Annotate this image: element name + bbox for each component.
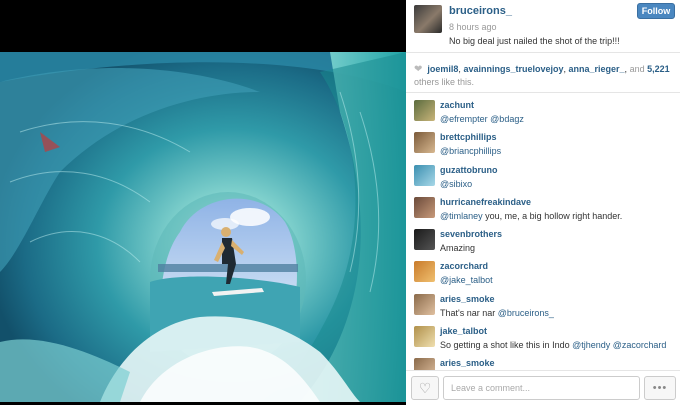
like-button[interactable]: ♡	[411, 376, 439, 400]
comment-text: That's nar nar @bruceirons_	[440, 307, 554, 318]
avatar[interactable]	[414, 100, 435, 121]
more-dots-icon: •••	[652, 382, 668, 394]
comment-item: aries_smoke	[414, 356, 676, 370]
comment-username[interactable]: jake_talbot	[440, 326, 487, 336]
avatar[interactable]	[414, 261, 435, 283]
heart-outline-icon: ♡	[418, 380, 432, 396]
divider	[406, 92, 680, 93]
comment-text: @efrempter @bdagz	[440, 114, 524, 124]
mention-link[interactable]: @tjhendy	[572, 340, 610, 350]
comment-text: @jake_talbot	[440, 275, 493, 285]
comment-text: So getting a shot like this in Indo @tjh…	[440, 340, 667, 351]
liker-link[interactable]: avainnings_truelovejoy	[463, 64, 563, 74]
mention-link[interactable]: @efrempter	[440, 114, 488, 124]
likes-summary: ❤ joemil8, avainnings_truelovejoy, anna_r…	[414, 64, 670, 87]
avatar[interactable]	[414, 196, 435, 218]
comment-footer: ♡ •••	[406, 370, 680, 405]
mention-link[interactable]: @jake_talbot	[440, 275, 493, 285]
comment-username[interactable]: hurricanefreakindave	[440, 197, 531, 207]
avatar[interactable]	[414, 5, 442, 33]
mention-link[interactable]: @bdagz	[490, 114, 524, 124]
avatar[interactable]	[414, 164, 435, 186]
comment-item: hurricanefreakindave @timlaney you, me, …	[414, 195, 676, 227]
post-header: bruceirons_ 8 hours ago No big deal just…	[406, 0, 680, 52]
comment-list: zachunt @efrempter @bdagz brettcphillips…	[414, 98, 676, 370]
avatar[interactable]	[414, 293, 435, 315]
comment-text: @briancphillips	[440, 146, 501, 156]
liker-link[interactable]: anna_rieger_	[569, 64, 625, 74]
mention-link[interactable]: @timlaney	[440, 211, 483, 221]
comment-username[interactable]: brettcphillips	[440, 132, 497, 142]
comment-text: @sibixo	[440, 179, 472, 189]
comment-item: zacorchard @jake_talbot	[414, 259, 676, 291]
comment-username[interactable]: guzattobruno	[440, 165, 498, 175]
post-caption: No big deal just nailed the shot of the …	[449, 36, 620, 46]
comment-username[interactable]: aries_smoke	[440, 294, 495, 304]
liker-link[interactable]: joemil8	[427, 64, 458, 74]
comment-username[interactable]: zacorchard	[440, 261, 488, 271]
follow-button[interactable]: Follow	[637, 3, 675, 19]
comment-text: Amazing	[440, 243, 476, 254]
mention-link[interactable]: @sibixo	[440, 179, 472, 189]
divider	[406, 52, 680, 53]
comment-item: brettcphillips @briancphillips	[414, 130, 676, 162]
post-sidebar: bruceirons_ 8 hours ago No big deal just…	[406, 0, 680, 405]
mention-link[interactable]: @zacorchard	[613, 340, 667, 350]
comment-item: guzattobruno @sibixo	[414, 163, 676, 195]
post-username[interactable]: bruceirons_	[449, 5, 512, 17]
mention-link[interactable]: @bruceirons_	[498, 308, 554, 318]
comment-item: sevenbrothers Amazing	[414, 227, 676, 259]
comment-username[interactable]: aries_smoke	[440, 358, 495, 368]
avatar[interactable]	[414, 229, 435, 251]
more-options-button[interactable]: •••	[644, 376, 676, 400]
comment-username[interactable]: zachunt	[440, 100, 474, 110]
avatar[interactable]	[414, 132, 435, 154]
likes-others-text: others like this.	[414, 77, 475, 87]
comment-input[interactable]	[443, 376, 640, 400]
post-photo[interactable]	[0, 52, 406, 402]
comment-item: aries_smoke That's nar nar @bruceirons_	[414, 292, 676, 324]
post-timestamp: 8 hours ago	[449, 22, 497, 32]
mention-link[interactable]: @briancphillips	[440, 146, 501, 156]
photo-panel	[0, 0, 406, 405]
comment-text: @timlaney you, me, a big hollow right ha…	[440, 210, 623, 221]
likes-and: and	[629, 64, 645, 74]
avatar[interactable]	[414, 358, 435, 370]
likes-count[interactable]: 5,221	[647, 64, 670, 74]
comment-item: zachunt @efrempter @bdagz	[414, 98, 676, 130]
avatar[interactable]	[414, 326, 435, 348]
comment-username[interactable]: sevenbrothers	[440, 229, 502, 239]
comment-item: jake_talbot So getting a shot like this …	[414, 324, 676, 356]
heart-icon: ❤	[414, 64, 423, 75]
